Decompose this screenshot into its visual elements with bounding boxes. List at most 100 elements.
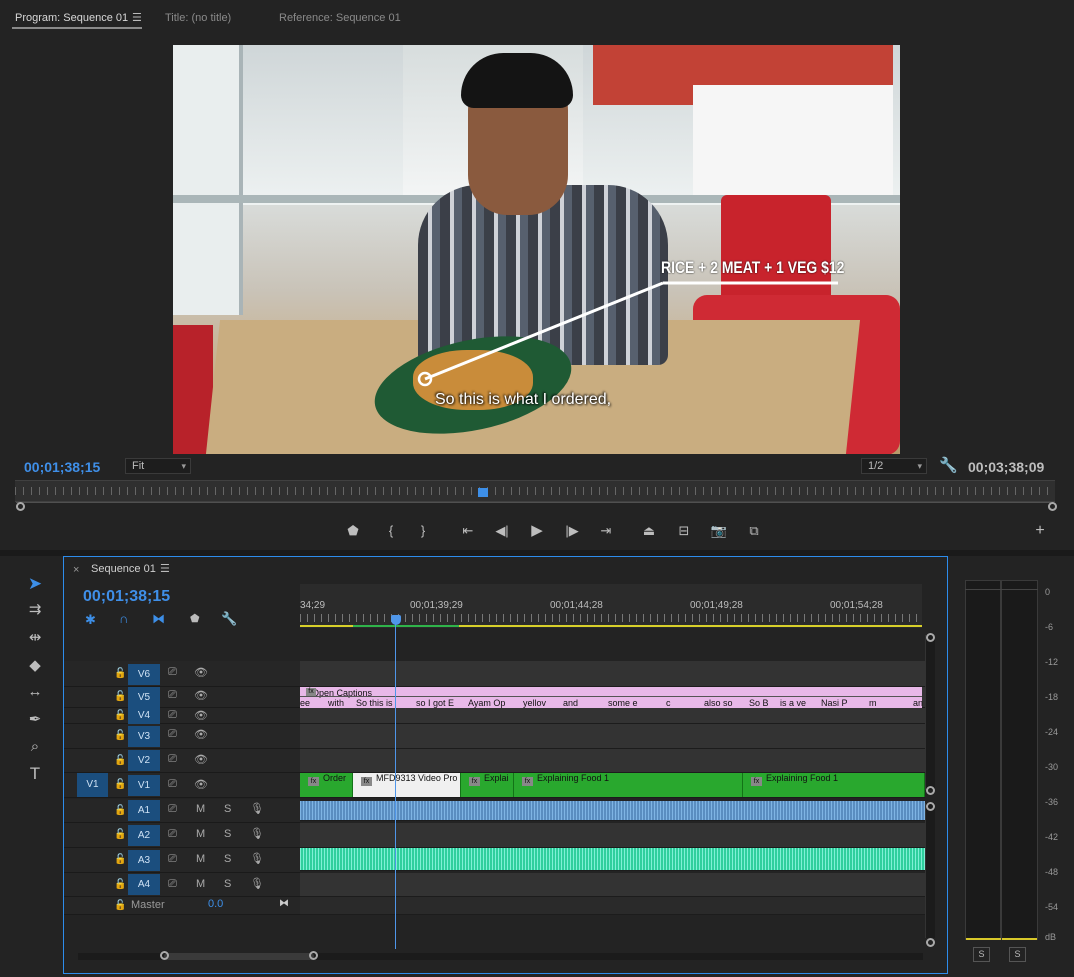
- extract-icon[interactable]: ⊟: [674, 521, 694, 541]
- track-toggle-a2[interactable]: A2: [128, 825, 160, 846]
- go-to-out-icon[interactable]: ⇥: [596, 521, 616, 541]
- eye-icon[interactable]: 👁: [194, 709, 208, 722]
- tab-title[interactable]: Title: (no title): [165, 12, 231, 24]
- playhead-head[interactable]: [391, 615, 401, 625]
- scroll-handle[interactable]: [160, 951, 169, 960]
- horizontal-scroll-thumb[interactable]: [164, 953, 314, 960]
- step-back-icon[interactable]: ◀|: [492, 521, 512, 541]
- add-marker-icon[interactable]: ⬟: [343, 521, 363, 541]
- audio-clip-a3[interactable]: [300, 848, 925, 871]
- sequence-menu-icon[interactable]: ☰: [160, 562, 170, 575]
- source-patch-v1[interactable]: V1: [77, 773, 108, 797]
- master-volume-value[interactable]: 0.0: [208, 898, 223, 910]
- caption-clip[interactable]: Ayam Op: [468, 698, 505, 708]
- eye-icon[interactable]: 👁: [194, 728, 208, 741]
- caption-clip[interactable]: and: [563, 698, 578, 708]
- sync-lock-icon[interactable]: ⎚: [168, 878, 177, 891]
- mute-button[interactable]: M: [196, 853, 205, 865]
- caption-clip[interactable]: some e: [608, 698, 638, 708]
- eye-icon[interactable]: 👁: [194, 753, 208, 766]
- caption-clip[interactable]: c: [666, 698, 671, 708]
- go-to-in-icon[interactable]: ⇤: [458, 521, 478, 541]
- lock-icon[interactable]: 🔓: [114, 779, 126, 790]
- razor-tool-icon[interactable]: ◆: [22, 655, 48, 677]
- caption-clip[interactable]: So B: [749, 698, 769, 708]
- solo-button[interactable]: S: [224, 803, 231, 815]
- current-timecode[interactable]: 00;01;38;15: [24, 459, 100, 475]
- selection-tool-icon[interactable]: ➤: [22, 573, 48, 595]
- mute-button[interactable]: M: [196, 878, 205, 890]
- sync-lock-icon[interactable]: ⎚: [168, 853, 177, 866]
- mute-button[interactable]: M: [196, 828, 205, 840]
- sync-lock-icon[interactable]: ⎚: [168, 666, 177, 679]
- track-toggle-v5[interactable]: V5: [128, 687, 160, 708]
- scroll-handle[interactable]: [926, 938, 935, 947]
- video-preview[interactable]: RICE + 2 MEAT + 1 VEG $12 So this is wha…: [173, 45, 900, 454]
- mark-in-icon[interactable]: {: [381, 521, 401, 541]
- eye-icon[interactable]: 👁: [194, 689, 208, 702]
- solo-button[interactable]: S: [224, 828, 231, 840]
- caption-clip[interactable]: So this is: [356, 698, 393, 708]
- eye-icon[interactable]: 👁: [194, 778, 208, 791]
- master-track-toggle-icon[interactable]: ⧓: [279, 898, 289, 909]
- track-row-v4[interactable]: [300, 708, 925, 724]
- caption-clip[interactable]: is a ve: [780, 698, 806, 708]
- wrench-icon[interactable]: 🔧: [939, 456, 958, 474]
- export-frame-camera-icon[interactable]: 📷: [709, 521, 729, 541]
- track-row-master[interactable]: [300, 897, 925, 915]
- play-icon[interactable]: ▶: [527, 521, 547, 541]
- microphone-icon[interactable]: 🎙: [250, 827, 264, 840]
- add-marker-icon[interactable]: ⬟: [190, 612, 200, 625]
- sync-lock-icon[interactable]: ⎚: [168, 728, 177, 741]
- video-clip[interactable]: fx Order: [300, 773, 353, 797]
- program-scrub-bar[interactable]: [15, 480, 1055, 502]
- scroll-handle[interactable]: [926, 786, 935, 795]
- fit-dropdown[interactable]: Fit ▾: [125, 458, 191, 474]
- lock-icon[interactable]: 🔓: [114, 755, 126, 766]
- caption-clip[interactable]: m: [869, 698, 877, 708]
- lock-icon[interactable]: 🔓: [114, 691, 126, 702]
- sequence-timecode[interactable]: 00;01;38;15: [83, 588, 170, 606]
- scroll-handle[interactable]: [926, 633, 935, 642]
- sync-lock-icon[interactable]: ⎚: [168, 709, 177, 722]
- caption-clip[interactable]: an: [913, 698, 923, 708]
- track-toggle-a4[interactable]: A4: [128, 874, 160, 895]
- type-tool-icon[interactable]: T: [22, 763, 48, 785]
- audio-vertical-scrollbar[interactable]: [925, 803, 935, 938]
- sync-lock-icon[interactable]: ⎚: [168, 828, 177, 841]
- playhead-line[interactable]: [395, 616, 396, 949]
- caption-clip[interactable]: ee: [300, 698, 310, 708]
- lock-icon[interactable]: 🔓: [114, 805, 126, 816]
- caption-clip[interactable]: with: [328, 698, 344, 708]
- video-clip[interactable]: fx Explaining Food 1: [743, 773, 925, 797]
- close-sequence-icon[interactable]: ×: [73, 564, 79, 576]
- caption-clip[interactable]: so I got E: [416, 698, 454, 708]
- panel-menu-icon[interactable]: ☰: [132, 11, 142, 24]
- video-clip[interactable]: fx MFD9313 Video Pro: [353, 773, 461, 797]
- lock-icon[interactable]: 🔓: [114, 829, 126, 840]
- lock-icon[interactable]: 🔓: [114, 879, 126, 890]
- solo-right-button[interactable]: S: [1009, 947, 1026, 962]
- track-row-a4[interactable]: [300, 873, 925, 897]
- track-row-v3[interactable]: [300, 724, 925, 749]
- playhead-marker[interactable]: [478, 488, 488, 497]
- track-toggle-a1[interactable]: A1: [128, 800, 160, 821]
- ripple-edit-tool-icon[interactable]: ⇹: [22, 627, 48, 649]
- track-row-v2[interactable]: [300, 749, 925, 773]
- eye-icon[interactable]: 👁: [194, 666, 208, 679]
- mute-button[interactable]: M: [196, 803, 205, 815]
- tab-program[interactable]: Program: Sequence 01: [15, 12, 128, 24]
- mark-out-icon[interactable]: }: [413, 521, 433, 541]
- zoom-tool-icon[interactable]: ⌕: [22, 736, 48, 758]
- scroll-handle[interactable]: [926, 802, 935, 811]
- lock-icon[interactable]: 🔓: [114, 854, 126, 865]
- video-clip[interactable]: fx Explaining Food 1: [514, 773, 743, 797]
- microphone-icon[interactable]: 🎙: [250, 802, 264, 815]
- track-row-v6[interactable]: [300, 661, 925, 687]
- scroll-handle[interactable]: [309, 951, 318, 960]
- lock-icon[interactable]: 🔓: [114, 900, 126, 911]
- solo-button[interactable]: S: [224, 853, 231, 865]
- lock-icon[interactable]: 🔓: [114, 730, 126, 741]
- track-select-tool-icon[interactable]: ⇉: [22, 599, 48, 621]
- pen-tool-icon[interactable]: ✒: [22, 709, 48, 731]
